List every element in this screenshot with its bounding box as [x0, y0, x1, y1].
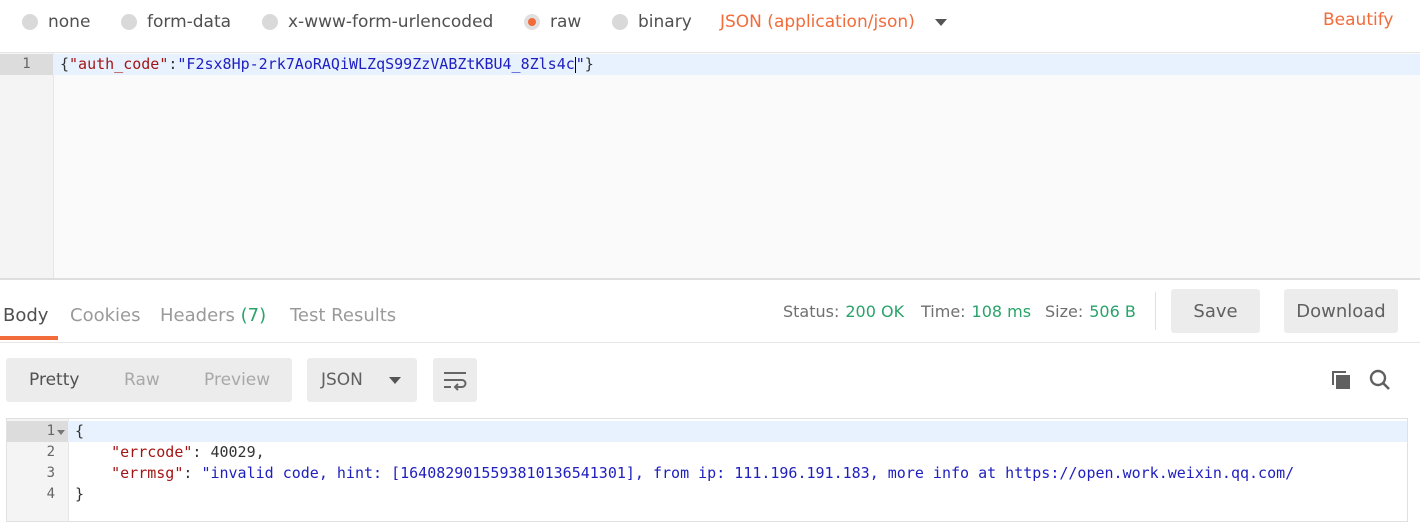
code-line: "errmsg": "invalid code, hint: [16408290…: [111, 464, 1295, 482]
json-number: 40029: [210, 443, 256, 461]
status-label: Status:: [783, 302, 840, 321]
radio-indicator: [22, 14, 38, 30]
divider: [1155, 292, 1156, 330]
size-label: Size:: [1045, 302, 1084, 321]
json-key: "errmsg": [111, 464, 184, 482]
search-icon: [1369, 369, 1390, 390]
radio-indicator-selected: [524, 14, 540, 30]
radio-label: form-data: [147, 12, 232, 32]
json-key: "errcode": [111, 443, 193, 461]
fold-toggle-icon[interactable]: [57, 430, 65, 435]
radio-binary[interactable]: binary: [612, 10, 692, 34]
view-raw-button[interactable]: Raw: [124, 370, 160, 390]
radio-indicator: [612, 14, 628, 30]
view-preview-button[interactable]: Preview: [204, 370, 270, 390]
json-string: "F2sx8Hp-2rk7AoRAQiWLZqS99ZzVABZtKBU4_8Z…: [177, 55, 575, 73]
line-number: 1: [0, 54, 53, 75]
search-button[interactable]: [1366, 366, 1394, 394]
status-value: 200 OK: [845, 302, 905, 321]
line-number: 1: [46, 423, 55, 439]
radio-x-www-form-urlencoded[interactable]: x-www-form-urlencoded: [262, 10, 493, 34]
time-label: Time:: [921, 302, 966, 321]
radio-indicator: [262, 14, 278, 30]
brace: {: [60, 55, 70, 73]
editor-gutter: [0, 53, 54, 279]
wrap-lines-button[interactable]: [433, 358, 477, 402]
download-button[interactable]: Download: [1284, 289, 1398, 333]
radio-form-data[interactable]: form-data: [121, 10, 231, 34]
code-line: }: [75, 485, 85, 503]
line-number: 4: [46, 486, 55, 502]
tab-headers-label: Headers: [160, 305, 235, 326]
radio-label: x-www-form-urlencoded: [288, 12, 494, 32]
save-button[interactable]: Save: [1171, 289, 1260, 333]
time-value: 108 ms: [971, 302, 1032, 321]
json-key: "auth_code": [69, 55, 169, 73]
code-line: {: [75, 422, 85, 440]
beautify-button[interactable]: Beautify: [1323, 10, 1393, 30]
content-type-label: JSON (application/json): [720, 12, 915, 32]
json-string: "invalid code, hint: [164082901559381013…: [201, 464, 1295, 482]
code-line: "errcode": 40029,: [111, 443, 265, 461]
json-string-end: ": [575, 55, 585, 73]
view-pretty-button[interactable]: Pretty: [29, 370, 79, 390]
radio-label: binary: [638, 12, 692, 32]
code-line[interactable]: {"auth_code":"F2sx8Hp-2rk7AoRAQiWLZqS99Z…: [60, 54, 594, 75]
copy-button[interactable]: [1327, 366, 1355, 394]
format-select-value: JSON: [321, 370, 363, 390]
chevron-down-icon: [388, 376, 401, 384]
radio-label: none: [48, 12, 91, 32]
size-readout: Size: 506 B: [1045, 302, 1136, 321]
chevron-down-icon: [934, 18, 947, 26]
response-header: Body Cookies Headers (7) Test Results St…: [0, 280, 1420, 343]
active-tab-indicator: [0, 336, 58, 340]
line-number: 3: [46, 465, 55, 481]
size-value: 506 B: [1089, 302, 1136, 321]
radio-raw[interactable]: raw: [524, 10, 581, 34]
active-line-highlight: [7, 421, 1407, 442]
wrap-lines-icon: [444, 372, 467, 391]
tab-headers[interactable]: Headers (7): [160, 305, 266, 326]
status-readout: Status: 200 OK: [783, 302, 904, 321]
tab-body[interactable]: Body: [3, 305, 48, 326]
tab-cookies[interactable]: Cookies: [70, 305, 140, 326]
radio-label: raw: [550, 12, 582, 32]
time-readout: Time: 108 ms: [921, 302, 1031, 321]
request-body-editor[interactable]: 1 {"auth_code":"F2sx8Hp-2rk7AoRAQiWLZqS9…: [0, 52, 1420, 279]
view-mode-segmented-control: Pretty Raw Preview: [6, 358, 292, 402]
radio-indicator: [121, 14, 137, 30]
copy-icon: [1332, 371, 1350, 389]
content-type-dropdown[interactable]: JSON (application/json): [720, 10, 947, 34]
headers-count-badge: (7): [240, 305, 267, 326]
tab-test-results[interactable]: Test Results: [290, 305, 396, 326]
radio-none[interactable]: none: [22, 10, 90, 34]
brace: }: [584, 55, 594, 73]
body-type-bar: none form-data x-www-form-urlencoded raw…: [0, 0, 1420, 52]
format-select[interactable]: JSON: [307, 358, 417, 402]
line-number: 2: [46, 444, 55, 460]
response-body-viewer[interactable]: 1 2 3 4 { "errcode": 40029, "errmsg": "i…: [6, 418, 1408, 522]
